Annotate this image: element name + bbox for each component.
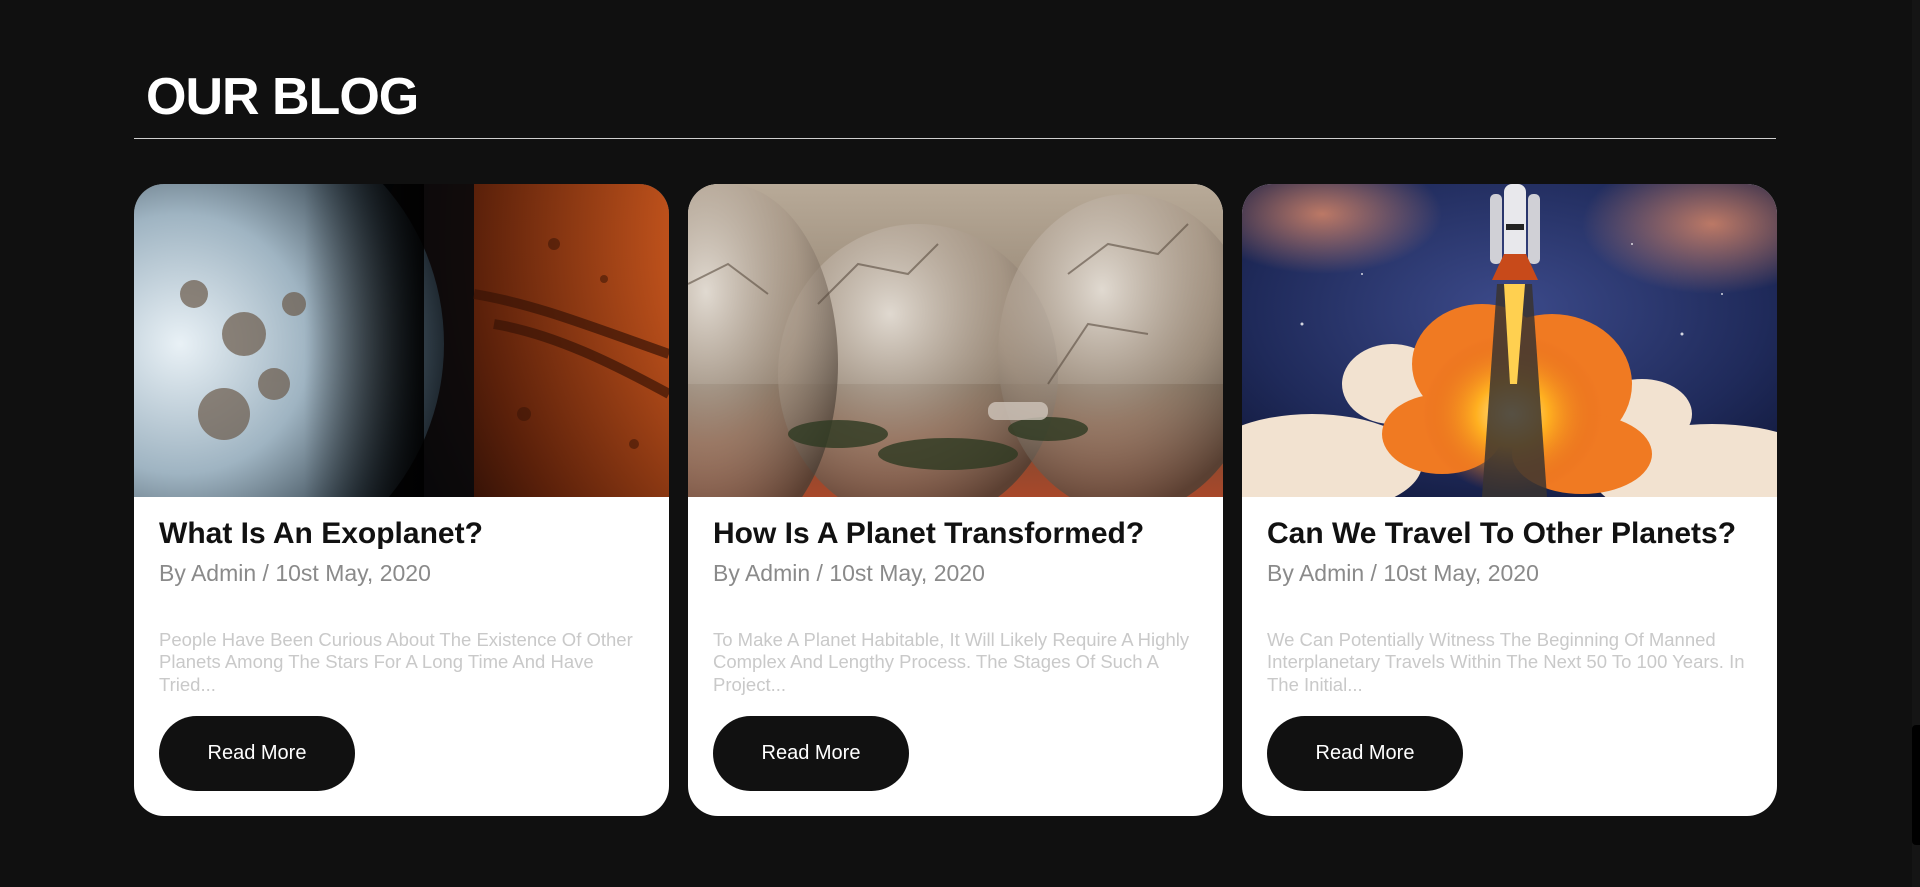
post-title[interactable]: Can We Travel To Other Planets? xyxy=(1267,512,1736,556)
read-more-button[interactable]: Read More xyxy=(713,716,909,791)
post-excerpt: To Make A Planet Habitable, It Will Like… xyxy=(713,628,1190,695)
blog-card-list: What Is An Exoplanet? By Admin / 10st Ma… xyxy=(134,184,1777,816)
exoplanet-image[interactable] xyxy=(134,184,669,497)
post-meta: By Admin / 10st May, 2020 xyxy=(1267,560,1539,586)
blog-card: What Is An Exoplanet? By Admin / 10st Ma… xyxy=(134,184,669,816)
post-title[interactable]: How Is A Planet Transformed? xyxy=(713,512,1144,556)
dome-colony-image[interactable] xyxy=(688,184,1223,497)
blog-page: OUR BLOG What Is An Exoplanet? By Admin … xyxy=(0,0,1920,887)
post-meta: By Admin / 10st May, 2020 xyxy=(159,560,431,586)
scrollbar-thumb[interactable] xyxy=(1912,725,1920,845)
read-more-button[interactable]: Read More xyxy=(1267,716,1463,791)
post-excerpt: People Have Been Curious About The Exist… xyxy=(159,628,633,695)
read-more-button[interactable]: Read More xyxy=(159,716,355,791)
post-excerpt: We Can Potentially Witness The Beginning… xyxy=(1267,628,1745,695)
title-divider xyxy=(134,138,1776,139)
post-title[interactable]: What Is An Exoplanet? xyxy=(159,512,483,556)
rocket-launch-image[interactable] xyxy=(1242,184,1777,497)
blog-card: Can We Travel To Other Planets? By Admin… xyxy=(1242,184,1777,816)
post-meta: By Admin / 10st May, 2020 xyxy=(713,560,985,586)
section-title: OUR BLOG xyxy=(146,68,419,126)
blog-card: How Is A Planet Transformed? By Admin / … xyxy=(688,184,1223,816)
